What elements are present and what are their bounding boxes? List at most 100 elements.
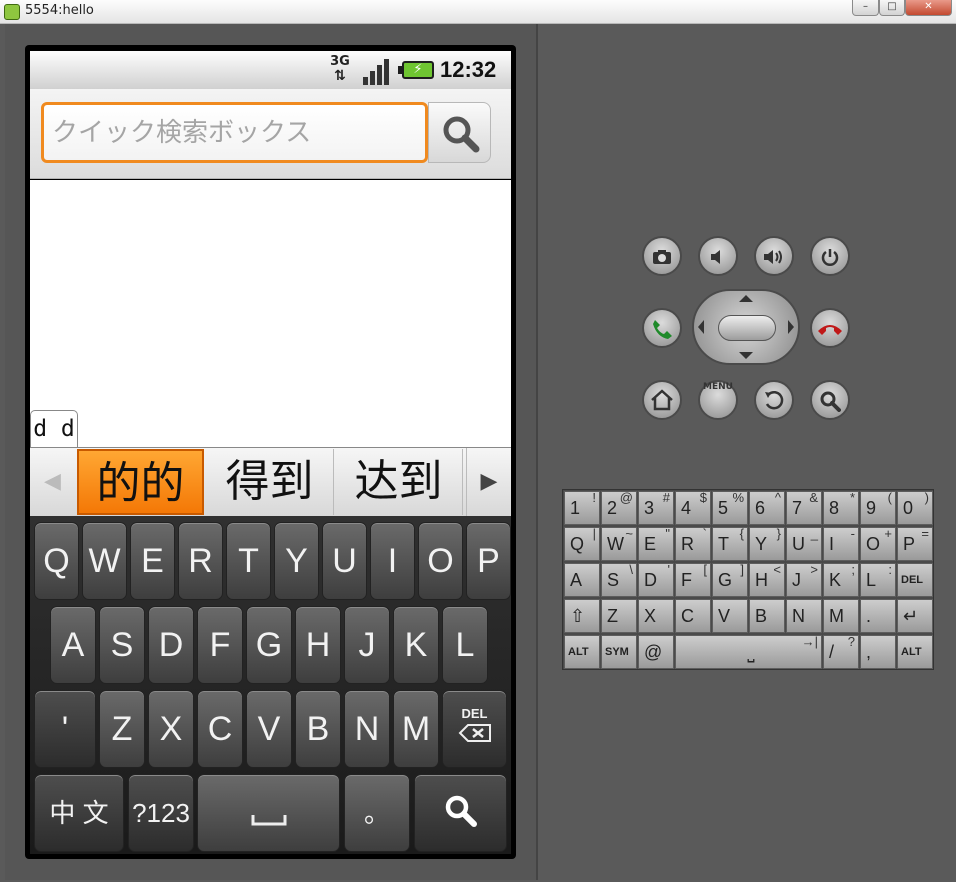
hw-key[interactable]: V	[712, 599, 748, 633]
key-i[interactable]: I	[370, 522, 415, 600]
hw-key[interactable]: D '	[638, 562, 674, 597]
minimize-button[interactable]: –	[852, 0, 879, 16]
hw-key[interactable]: 7 &	[786, 490, 822, 525]
hw-key[interactable]: N	[786, 599, 822, 633]
key-q[interactable]: Q	[34, 522, 79, 600]
close-button[interactable]: ✕	[905, 0, 952, 16]
camera-button[interactable]	[642, 236, 682, 276]
hw-key[interactable]: G]	[712, 562, 748, 597]
key-l[interactable]: L	[442, 606, 488, 684]
key-m[interactable]: M	[393, 690, 439, 768]
hw-alt-key[interactable]: ALT	[564, 635, 600, 669]
hw-search-button[interactable]	[810, 380, 850, 420]
hw-key[interactable]: A	[564, 563, 600, 597]
hw-key[interactable]: F[	[675, 562, 711, 597]
hw-key[interactable]: O +	[860, 526, 896, 561]
hw-delete-key[interactable]: DEL	[897, 563, 933, 597]
hw-key[interactable]: 2 @	[601, 490, 637, 525]
key-o[interactable]: O	[418, 522, 463, 600]
key-j[interactable]: J	[344, 606, 390, 684]
menu-button[interactable]: MENU	[698, 380, 738, 420]
key-k[interactable]: K	[393, 606, 439, 684]
hw-key[interactable]: W ~	[601, 526, 637, 561]
key-w[interactable]: W	[82, 522, 127, 600]
candidate-item[interactable]: 得到	[206, 449, 334, 515]
hw-key[interactable]: Z	[601, 599, 637, 633]
key-g[interactable]: G	[246, 606, 292, 684]
hw-key[interactable]: 6 ^	[749, 490, 785, 525]
hw-key[interactable]: X	[638, 599, 674, 633]
hw-key[interactable]: I-	[823, 526, 859, 561]
hw-key[interactable]: 3 #	[638, 490, 674, 525]
language-switch-key[interactable]: 中 文	[34, 774, 124, 852]
delete-key[interactable]: DEL	[442, 690, 507, 768]
hw-key[interactable]: J >	[786, 562, 822, 597]
hw-key[interactable]: B	[749, 599, 785, 633]
key-y[interactable]: Y	[274, 522, 319, 600]
key-apostrophe[interactable]: '	[34, 690, 96, 768]
key-h[interactable]: H	[295, 606, 341, 684]
candidate-item[interactable]: 达到	[335, 449, 463, 515]
hw-key[interactable]: /?	[823, 634, 859, 669]
search-button[interactable]	[428, 102, 491, 163]
key-s[interactable]: S	[99, 606, 145, 684]
keyboard-search-key[interactable]	[414, 774, 507, 852]
hw-key[interactable]: H <	[749, 562, 785, 597]
candidate-selected[interactable]: 的的	[77, 449, 204, 515]
key-p[interactable]: P	[466, 522, 511, 600]
hw-space-key[interactable]: ⎵ →|	[675, 634, 822, 669]
hw-alt-key[interactable]: ALT	[897, 635, 933, 669]
hw-key[interactable]: Q |	[564, 526, 600, 561]
candidates-prev-icon[interactable]: ◀	[30, 448, 75, 517]
key-v[interactable]: V	[246, 690, 292, 768]
power-button[interactable]	[810, 236, 850, 276]
hw-key[interactable]: 5%	[712, 490, 748, 525]
hw-enter-key[interactable]: ↵	[897, 599, 933, 633]
home-button[interactable]	[642, 380, 682, 420]
volume-down-button[interactable]	[698, 236, 738, 276]
key-f[interactable]: F	[197, 606, 243, 684]
call-button[interactable]	[642, 308, 682, 348]
hw-key[interactable]: 9(	[860, 490, 896, 525]
hw-key[interactable]: C	[675, 599, 711, 633]
hw-key[interactable]: 4 $	[675, 490, 711, 525]
key-b[interactable]: B	[295, 690, 341, 768]
dpad[interactable]	[692, 289, 800, 365]
key-n[interactable]: N	[344, 690, 390, 768]
hw-key[interactable]: .	[860, 599, 896, 633]
volume-up-button[interactable]	[754, 236, 794, 276]
period-key[interactable]: 。	[344, 774, 410, 852]
key-u[interactable]: U	[322, 522, 367, 600]
hw-key[interactable]: T{	[712, 526, 748, 561]
hw-key[interactable]: 1!	[564, 490, 600, 525]
end-call-button[interactable]	[810, 308, 850, 348]
key-e[interactable]: E	[130, 522, 175, 600]
key-d[interactable]: D	[148, 606, 194, 684]
key-t[interactable]: T	[226, 522, 271, 600]
candidates-next-icon[interactable]: ▶	[466, 448, 511, 517]
hw-sym-key[interactable]: SYM	[601, 635, 637, 669]
key-c[interactable]: C	[197, 690, 243, 768]
key-a[interactable]: A	[50, 606, 96, 684]
hw-key[interactable]: Y}	[749, 526, 785, 561]
hw-key[interactable]: 8 *	[823, 490, 859, 525]
quick-search-input[interactable]	[41, 102, 428, 163]
hw-shift-key[interactable]: ⇧	[564, 599, 600, 633]
key-x[interactable]: X	[148, 690, 194, 768]
key-z[interactable]: Z	[99, 690, 145, 768]
hw-key[interactable]: 0)	[897, 490, 933, 525]
hw-key[interactable]: E "	[638, 526, 674, 561]
symbols-key[interactable]: ?123	[128, 774, 194, 852]
hw-key[interactable]: M	[823, 599, 859, 633]
key-r[interactable]: R	[178, 522, 223, 600]
maximize-button[interactable]: □	[879, 0, 905, 16]
hw-key[interactable]: P =	[897, 526, 933, 561]
hw-key[interactable]: ,	[860, 635, 896, 669]
hw-key[interactable]: U _	[786, 526, 822, 561]
hw-key[interactable]: R `	[675, 526, 711, 561]
back-button[interactable]	[754, 380, 794, 420]
hw-key[interactable]: L:	[860, 562, 896, 597]
hw-key[interactable]: K;	[823, 562, 859, 597]
space-key[interactable]	[197, 774, 340, 852]
hw-key[interactable]: @	[638, 635, 674, 669]
